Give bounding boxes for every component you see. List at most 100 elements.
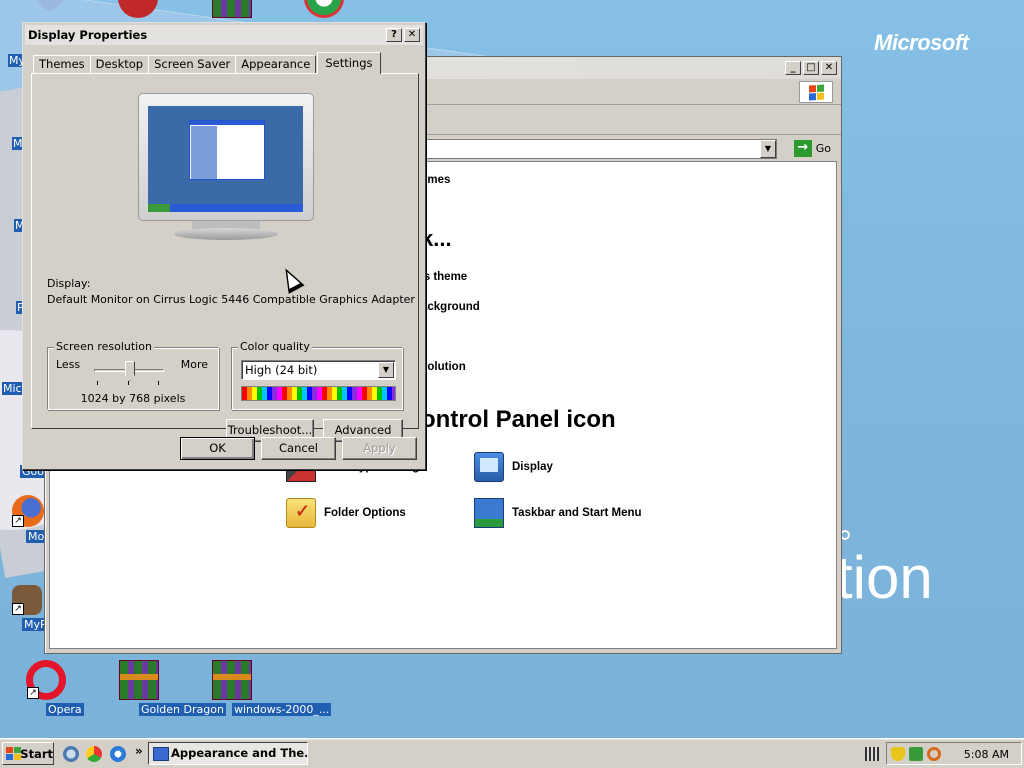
group-title: Color quality [238,340,312,353]
resolution-slider-thumb[interactable] [125,361,135,381]
windows-logo-icon [799,81,833,103]
settings-panel: Display: Default Monitor on Cirrus Logic… [31,73,419,442]
windows-flag-icon [6,746,21,761]
security-shield-icon[interactable] [891,747,905,761]
ok-button[interactable]: OK [180,437,255,460]
start-button[interactable]: Start [2,742,54,765]
preview-start-button [148,204,170,212]
maximize-button[interactable]: □ [803,61,819,75]
tab-appearance[interactable]: Appearance [235,55,317,74]
slider-tick [97,381,98,385]
tab-screen-saver[interactable]: Screen Saver [148,55,237,74]
dialog-title: Display Properties [28,28,148,42]
desktop-icon-top[interactable] [286,0,362,21]
shortcut-arrow-icon: ↗ [27,687,39,699]
display-adapter-value: Default Monitor on Cirrus Logic 5446 Com… [47,293,415,306]
internet-explorer-icon[interactable] [110,746,126,762]
desktop-icon-label: Golden Dragon [139,703,226,716]
go-label: Go [815,142,831,155]
close-button[interactable]: ✕ [404,28,420,42]
system-tray: 5:08 AM [865,742,1022,765]
clock[interactable]: 5:08 AM [964,748,1009,761]
taskbar-item-appearance[interactable]: Appearance and The... [148,742,308,765]
winrar-icon [119,660,159,700]
go-arrow-icon: → [793,140,812,157]
wallpaper-edition-text: tion [836,544,933,611]
address-dropdown-button[interactable]: ▼ [760,140,776,158]
keyboard-icon[interactable] [865,747,879,761]
firefox-icon: ↗ [12,495,44,527]
help-button[interactable]: ? [386,28,402,42]
desktop-top-icon [118,0,158,18]
task-link[interactable]: solution [421,361,466,373]
desktop-icon-label: Opera [46,703,84,716]
color-quality-value: High (24 bit) [245,363,318,377]
slider-tick [128,381,129,385]
minimize-button[interactable]: _ [785,61,801,75]
cp-item-taskbar[interactable]: Taskbar and Start Menu [474,498,642,528]
cp-item-display[interactable]: Display [474,452,553,482]
wallpaper-microsoft-logo: Microsoft [874,30,969,55]
network-icon[interactable] [909,747,923,761]
mouse-cursor-icon [277,264,305,294]
preview-taskbar [148,204,303,212]
dialog-title-buttons: ? ✕ [386,28,420,42]
cp-item-label: Folder Options [324,507,406,519]
close-button[interactable]: ✕ [821,61,837,75]
shortcut-arrow-icon: ↗ [12,515,24,527]
search-icon[interactable] [927,747,941,761]
cp-item-folder-options[interactable]: Folder Options [286,498,406,528]
winrar-icon [212,660,252,700]
cancel-button[interactable]: Cancel [261,437,336,460]
monitor-screen [148,106,303,212]
taskbar: Start » Appearance and The... 5:08 AM [0,738,1024,768]
display-properties-dialog: Display Properties ? ✕ Themes Desktop Sc… [22,22,426,470]
desktop-icon-windows-2000[interactable]: windows-2000_... [194,660,332,716]
winrar-icon [212,0,252,18]
shortcut-arrow-icon: ↗ [12,603,24,615]
monitor-base [174,228,278,240]
desktop-icon-top[interactable] [100,0,176,21]
desktop-icon-opera[interactable]: ↗ Opera [8,660,84,716]
task-link[interactable]: 's theme [421,271,467,283]
chevron-down-icon[interactable]: ▼ [378,362,394,378]
screen-resolution-group: Screen resolution Less More 1024 by 768 … [47,340,219,410]
dialog-titlebar[interactable]: Display Properties ? ✕ [25,25,423,45]
chrome-icon[interactable] [86,746,102,762]
desktop-top-icon [304,0,344,18]
display-label: Display: [47,277,91,290]
desktop-icon-top[interactable] [194,0,270,21]
color-quality-group: Color quality High (24 bit) ▼ [231,340,403,410]
folder-options-icon [286,498,316,528]
tab-settings[interactable]: Settings [317,52,381,74]
task-link[interactable]: ackground [421,301,480,313]
go-button[interactable]: → Go [793,140,831,157]
mypal-icon: ↗ [12,585,42,615]
preview-window [189,120,265,180]
desktop-icon-label: windows-2000_... [232,703,332,716]
resolution-slider[interactable] [94,361,164,381]
cp-item-label: Taskbar and Start Menu [512,507,642,519]
start-label: Start [20,746,53,761]
group-title: Screen resolution [54,340,154,353]
apply-button[interactable]: Apply [342,437,417,460]
quicklaunch-chevron[interactable]: » [135,744,143,758]
resolution-value: 1024 by 768 pixels [80,392,186,405]
tab-desktop[interactable]: Desktop [89,55,150,74]
tab-themes[interactable]: Themes [33,55,91,74]
monitor-preview [138,93,314,240]
window-buttons: _ □ ✕ [785,61,837,75]
less-label: Less [56,358,81,371]
taskbar-icon [474,498,504,528]
display-icon [474,452,504,482]
color-quality-select[interactable]: High (24 bit) ▼ [241,360,396,380]
show-desktop-icon[interactable] [63,746,79,762]
desktop-icon-golden-dragon[interactable]: Golden Dragon [101,660,226,716]
pick-icon-heading: ontrol Panel icon [421,406,616,433]
monitor-frame [138,93,314,221]
opera-icon: ↗ [26,660,66,700]
tab-strip: Themes Desktop Screen Saver Appearance S… [33,52,381,74]
more-label: More [180,358,208,371]
desktop-icon-top[interactable] [12,0,88,15]
cp-item-label: Display [512,461,553,473]
